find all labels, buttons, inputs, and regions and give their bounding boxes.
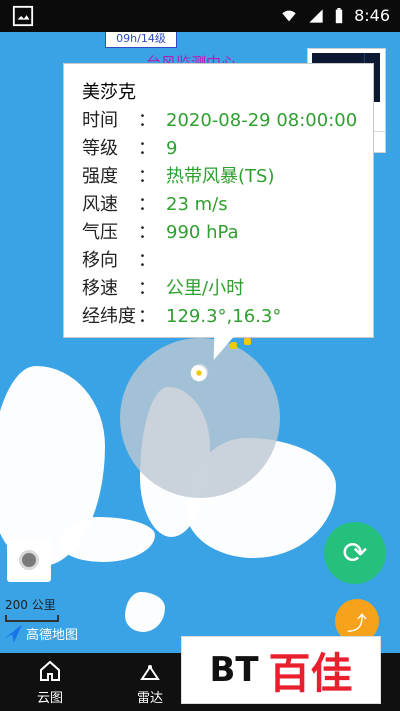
- row-label: 移速: [82, 278, 118, 299]
- map-landmass: [60, 517, 155, 562]
- popup-row-intensity: 强度 ： 热带风暴(TS): [82, 162, 274, 188]
- popup-row-move-speed: 移速 ： 公里/小时: [82, 274, 244, 300]
- tab-cloud[interactable]: 云图: [10, 659, 90, 706]
- map-scale-label: 200 公里: [5, 598, 56, 612]
- gallery-icon: [12, 5, 34, 27]
- wifi-icon: [282, 10, 296, 21]
- row-label: 气压: [82, 222, 118, 243]
- map-landmass: [125, 592, 165, 632]
- tab-radar[interactable]: 雷达: [110, 659, 190, 706]
- typhoon-info-popup: 美莎克 时间 ： 2020-08-29 08:00:00 等级 ： 9 强度 ：…: [64, 64, 373, 360]
- row-value: 公里/小时: [166, 278, 245, 299]
- watermark-badge: BT 百佳: [181, 636, 381, 704]
- refresh-icon: ⟳: [342, 535, 368, 571]
- row-label: 移向: [82, 250, 118, 271]
- map-logo: 高德地图: [4, 624, 78, 643]
- amap-logo-icon: [4, 624, 22, 643]
- popup-row-level: 等级 ： 9: [82, 134, 177, 160]
- popup-row-wind-speed: 风速 ： 23 m/s: [82, 190, 228, 216]
- tab-label: 云图: [36, 691, 63, 706]
- map-scale-bar: [5, 615, 59, 622]
- row-colon: ：: [138, 306, 156, 327]
- row-label: 风速: [82, 194, 118, 215]
- typhoon-icon[interactable]: [188, 362, 210, 384]
- radar-icon: [140, 665, 160, 680]
- status-indicators: 8:46: [280, 6, 390, 25]
- location-button[interactable]: [7, 538, 51, 582]
- row-value: 129.3°,16.3°: [166, 306, 282, 327]
- row-colon: ：: [138, 166, 156, 187]
- typhoon-label-badge: 09h/14级: [105, 32, 177, 48]
- row-value: 990 hPa: [166, 222, 239, 243]
- row-value: 热带风暴(TS): [166, 166, 275, 187]
- tab-label: 雷达: [136, 691, 163, 706]
- row-value: 9: [166, 138, 178, 159]
- row-label: 强度: [82, 166, 118, 187]
- popup-row-direction: 移向 ：: [82, 246, 166, 272]
- row-colon: ：: [138, 250, 156, 271]
- home-icon: [40, 660, 60, 681]
- popup-row-pressure: 气压 ： 990 hPa: [82, 218, 239, 244]
- row-colon: ：: [138, 194, 156, 215]
- status-time: 8:46: [354, 6, 390, 25]
- row-label: 时间: [82, 110, 118, 131]
- popup-title-row: 美莎克: [82, 78, 136, 104]
- battery-icon: [335, 7, 343, 23]
- row-colon: ：: [138, 278, 156, 299]
- popup-row-time: 时间 ： 2020-08-29 08:00:00: [82, 106, 357, 132]
- watermark-right: 百佳: [268, 648, 353, 698]
- row-colon: ：: [138, 138, 156, 159]
- watermark-left: BT: [209, 650, 259, 690]
- typhoon-track-point[interactable]: [244, 338, 251, 345]
- row-value: 2020-08-29 08:00:00: [166, 110, 358, 131]
- row-colon: ：: [138, 110, 156, 131]
- row-label: 等级: [82, 138, 118, 159]
- popup-row-coordinates: 经纬度 ： 129.3°,16.3°: [82, 302, 281, 328]
- location-icon: [19, 550, 39, 570]
- popup-title: 美莎克: [82, 82, 136, 103]
- map-logo-text: 高德地图: [26, 628, 79, 643]
- refresh-button[interactable]: ⟳: [324, 522, 386, 584]
- signal-icon: [309, 8, 323, 23]
- share-icon: ⤴: [347, 610, 367, 635]
- row-colon: ：: [138, 222, 156, 243]
- row-value: 23 m/s: [166, 194, 228, 215]
- status-bar: 8:46: [0, 0, 400, 32]
- row-label: 经纬度: [82, 306, 136, 327]
